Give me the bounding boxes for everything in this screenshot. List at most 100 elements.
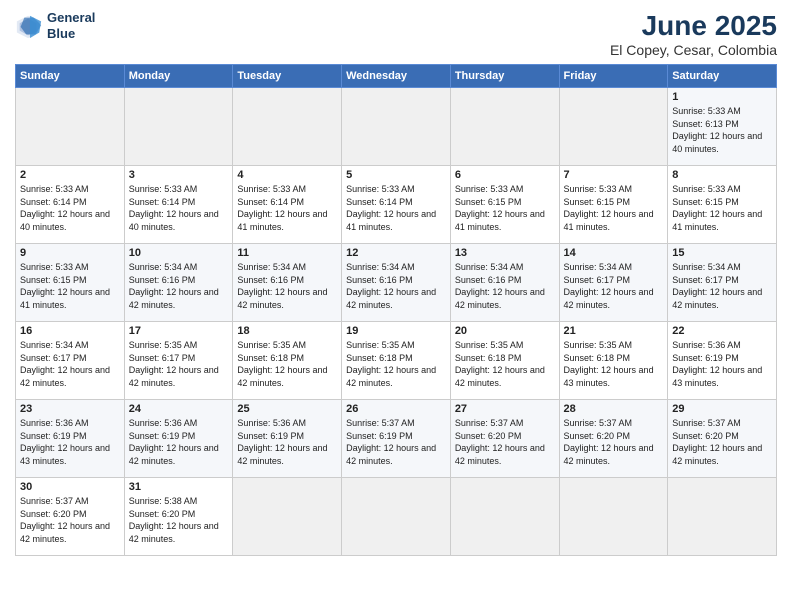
calendar-cell: 25 Sunrise: 5:36 AMSunset: 6:19 PMDayligh…: [233, 400, 342, 478]
calendar-cell: 20 Sunrise: 5:35 AMSunset: 6:18 PMDayligh…: [450, 322, 559, 400]
page-container: General Blue June 2025 El Copey, Cesar, …: [0, 0, 792, 566]
day-info: Sunrise: 5:37 AMSunset: 6:20 PMDaylight:…: [672, 417, 772, 467]
day-info: Sunrise: 5:33 AMSunset: 6:15 PMDaylight:…: [20, 261, 120, 311]
calendar-cell: 31Sunrise: 5:38 AMSunset: 6:20 PMDayligh…: [124, 478, 233, 556]
calendar-week-5: 23 Sunrise: 5:36 AMSunset: 6:19 PMDayligh…: [16, 400, 777, 478]
calendar-cell: [342, 478, 451, 556]
header-cell-thursday: Thursday: [450, 65, 559, 88]
day-number: 8: [672, 169, 772, 181]
day-number: 1: [672, 91, 772, 103]
calendar-cell: 9 Sunrise: 5:33 AMSunset: 6:15 PMDaylight…: [16, 244, 125, 322]
calendar-cell: 6 Sunrise: 5:33 AMSunset: 6:15 PMDaylight…: [450, 166, 559, 244]
day-number: 31: [129, 481, 229, 493]
day-info: Sunrise: 5:33 AMSunset: 6:14 PMDaylight:…: [129, 183, 229, 233]
day-number: 12: [346, 247, 446, 259]
day-info: Sunrise: 5:35 AMSunset: 6:18 PMDaylight:…: [455, 339, 555, 389]
title-block: June 2025 El Copey, Cesar, Colombia: [610, 10, 777, 58]
day-info: Sunrise: 5:33 AMSunset: 6:15 PMDaylight:…: [672, 183, 772, 233]
calendar-cell: 8 Sunrise: 5:33 AMSunset: 6:15 PMDaylight…: [668, 166, 777, 244]
day-number: 27: [455, 403, 555, 415]
day-info: Sunrise: 5:34 AMSunset: 6:17 PMDaylight:…: [564, 261, 664, 311]
header-cell-monday: Monday: [124, 65, 233, 88]
calendar-cell: 3 Sunrise: 5:33 AMSunset: 6:14 PMDaylight…: [124, 166, 233, 244]
day-number: 9: [20, 247, 120, 259]
calendar-cell: 11 Sunrise: 5:34 AMSunset: 6:16 PMDayligh…: [233, 244, 342, 322]
calendar-cell: 10Sunrise: 5:34 AMSunset: 6:16 PMDayligh…: [124, 244, 233, 322]
day-info: Sunrise: 5:33 AMSunset: 6:14 PMDaylight:…: [346, 183, 446, 233]
day-number: 14: [564, 247, 664, 259]
calendar-cell: [668, 478, 777, 556]
day-info: Sunrise: 5:34 AMSunset: 6:17 PMDaylight:…: [672, 261, 772, 311]
day-info: Sunrise: 5:36 AMSunset: 6:19 PMDaylight:…: [129, 417, 229, 467]
day-info: Sunrise: 5:37 AMSunset: 6:20 PMDaylight:…: [455, 417, 555, 467]
day-info: Sunrise: 5:33 AMSunset: 6:14 PMDaylight:…: [237, 183, 337, 233]
day-number: 24: [129, 403, 229, 415]
day-info: Sunrise: 5:33 AMSunset: 6:15 PMDaylight:…: [564, 183, 664, 233]
day-info: Sunrise: 5:36 AMSunset: 6:19 PMDaylight:…: [237, 417, 337, 467]
calendar-cell: [450, 478, 559, 556]
day-info: Sunrise: 5:37 AMSunset: 6:19 PMDaylight:…: [346, 417, 446, 467]
day-number: 20: [455, 325, 555, 337]
calendar-cell: 30 Sunrise: 5:37 AMSunset: 6:20 PMDayligh…: [16, 478, 125, 556]
day-info: Sunrise: 5:36 AMSunset: 6:19 PMDaylight:…: [672, 339, 772, 389]
day-info: Sunrise: 5:34 AMSunset: 6:17 PMDaylight:…: [20, 339, 120, 389]
day-number: 30: [20, 481, 120, 493]
day-info: Sunrise: 5:34 AMSunset: 6:16 PMDaylight:…: [237, 261, 337, 311]
calendar-cell: 12Sunrise: 5:34 AMSunset: 6:16 PMDayligh…: [342, 244, 451, 322]
calendar-cell: [233, 88, 342, 166]
calendar-cell: [233, 478, 342, 556]
header: General Blue June 2025 El Copey, Cesar, …: [15, 10, 777, 58]
title-location: El Copey, Cesar, Colombia: [610, 42, 777, 58]
day-info: Sunrise: 5:33 AMSunset: 6:15 PMDaylight:…: [455, 183, 555, 233]
calendar-cell: 7 Sunrise: 5:33 AMSunset: 6:15 PMDaylight…: [559, 166, 668, 244]
day-number: 28: [564, 403, 664, 415]
calendar-week-4: 16Sunrise: 5:34 AMSunset: 6:17 PMDayligh…: [16, 322, 777, 400]
header-cell-friday: Friday: [559, 65, 668, 88]
day-number: 29: [672, 403, 772, 415]
calendar-cell: 2 Sunrise: 5:33 AMSunset: 6:14 PMDaylight…: [16, 166, 125, 244]
calendar-cell: [559, 88, 668, 166]
calendar-week-3: 9 Sunrise: 5:33 AMSunset: 6:15 PMDaylight…: [16, 244, 777, 322]
calendar-cell: [450, 88, 559, 166]
calendar-cell: 23Sunrise: 5:36 AMSunset: 6:19 PMDayligh…: [16, 400, 125, 478]
day-number: 6: [455, 169, 555, 181]
day-number: 17: [129, 325, 229, 337]
header-cell-saturday: Saturday: [668, 65, 777, 88]
day-info: Sunrise: 5:37 AMSunset: 6:20 PMDaylight:…: [20, 495, 120, 545]
calendar-table: SundayMondayTuesdayWednesdayThursdayFrid…: [15, 64, 777, 556]
day-number: 25: [237, 403, 337, 415]
calendar-cell: 17 Sunrise: 5:35 AMSunset: 6:17 PMDayligh…: [124, 322, 233, 400]
logo: General Blue: [15, 10, 95, 41]
calendar-cell: 29 Sunrise: 5:37 AMSunset: 6:20 PMDayligh…: [668, 400, 777, 478]
day-info: Sunrise: 5:33 AMSunset: 6:14 PMDaylight:…: [20, 183, 120, 233]
title-month: June 2025: [610, 10, 777, 42]
day-number: 18: [237, 325, 337, 337]
header-cell-sunday: Sunday: [16, 65, 125, 88]
day-number: 2: [20, 169, 120, 181]
day-number: 13: [455, 247, 555, 259]
day-info: Sunrise: 5:33 AMSunset: 6:13 PMDaylight:…: [672, 105, 772, 155]
calendar-cell: 4Sunrise: 5:33 AMSunset: 6:14 PMDaylight…: [233, 166, 342, 244]
header-cell-wednesday: Wednesday: [342, 65, 451, 88]
day-number: 15: [672, 247, 772, 259]
calendar-cell: 22Sunrise: 5:36 AMSunset: 6:19 PMDayligh…: [668, 322, 777, 400]
day-number: 23: [20, 403, 120, 415]
day-info: Sunrise: 5:35 AMSunset: 6:17 PMDaylight:…: [129, 339, 229, 389]
day-info: Sunrise: 5:35 AMSunset: 6:18 PMDaylight:…: [346, 339, 446, 389]
day-number: 10: [129, 247, 229, 259]
day-info: Sunrise: 5:34 AMSunset: 6:16 PMDaylight:…: [455, 261, 555, 311]
calendar-cell: [342, 88, 451, 166]
calendar-cell: 28 Sunrise: 5:37 AMSunset: 6:20 PMDayligh…: [559, 400, 668, 478]
day-number: 11: [237, 247, 337, 259]
calendar-cell: 5 Sunrise: 5:33 AMSunset: 6:14 PMDaylight…: [342, 166, 451, 244]
day-number: 5: [346, 169, 446, 181]
day-info: Sunrise: 5:37 AMSunset: 6:20 PMDaylight:…: [564, 417, 664, 467]
calendar-cell: 26Sunrise: 5:37 AMSunset: 6:19 PMDayligh…: [342, 400, 451, 478]
day-number: 7: [564, 169, 664, 181]
day-info: Sunrise: 5:35 AMSunset: 6:18 PMDaylight:…: [237, 339, 337, 389]
calendar-week-2: 2 Sunrise: 5:33 AMSunset: 6:14 PMDaylight…: [16, 166, 777, 244]
calendar-week-1: 1 Sunrise: 5:33 AMSunset: 6:13 PMDaylight…: [16, 88, 777, 166]
header-row: SundayMondayTuesdayWednesdayThursdayFrid…: [16, 65, 777, 88]
calendar-cell: 18 Sunrise: 5:35 AMSunset: 6:18 PMDayligh…: [233, 322, 342, 400]
day-number: 3: [129, 169, 229, 181]
